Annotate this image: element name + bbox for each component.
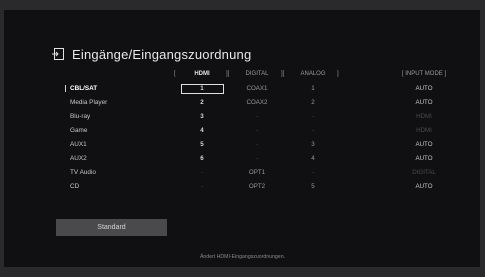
- cell-digital[interactable]: -: [256, 113, 258, 121]
- cell-analog[interactable]: 3: [311, 141, 314, 149]
- cell-hdmi[interactable]: -: [201, 183, 203, 191]
- cell-digital[interactable]: COAX1: [247, 85, 268, 93]
- cell-digital[interactable]: -: [256, 127, 258, 135]
- cell-digital[interactable]: OPT1: [249, 169, 265, 177]
- cell-digital[interactable]: -: [256, 141, 258, 149]
- cell-hdmi[interactable]: 5: [200, 141, 203, 149]
- cell-input-mode[interactable]: AUTO: [415, 183, 432, 191]
- cell-analog[interactable]: 2: [311, 99, 314, 107]
- cell-hdmi[interactable]: -: [201, 169, 203, 177]
- cell-analog[interactable]: 5: [311, 183, 314, 191]
- cell-input-mode: HDMI: [416, 113, 432, 120]
- cell-input-mode: HDMI: [416, 127, 432, 134]
- cell-digital[interactable]: OPT2: [249, 183, 265, 191]
- page-header: Eingänge/Eingangszuordnung: [52, 46, 251, 62]
- cell-analog[interactable]: 4: [311, 155, 314, 163]
- cell-hdmi[interactable]: 2: [200, 99, 203, 107]
- header-hdmi: HDMI: [194, 71, 210, 77]
- cell-analog[interactable]: 1: [311, 85, 314, 93]
- cell-hdmi[interactable]: 6: [200, 155, 203, 163]
- standard-button[interactable]: Standard: [56, 219, 167, 236]
- input-assign-icon: [52, 48, 64, 60]
- row-label-game[interactable]: Game: [70, 127, 87, 135]
- row-label-blu-ray[interactable]: Blu-ray: [70, 113, 90, 121]
- header-bracket-right: ]: [337, 71, 339, 77]
- cell-input-mode[interactable]: AUTO: [415, 99, 432, 107]
- row-label-media-player[interactable]: Media Player: [70, 99, 107, 107]
- row-label-tv-audio[interactable]: TV Audio: [70, 169, 96, 177]
- header-bracket-left: [: [174, 71, 176, 77]
- screen: Eingänge/Eingangszuordnung [ HDMI ][ DIG…: [0, 0, 485, 277]
- cell-hdmi[interactable]: 4: [200, 127, 203, 135]
- row-label-cd[interactable]: CD: [70, 183, 79, 191]
- row-label-aux2[interactable]: AUX2: [70, 155, 87, 163]
- header-bracket-mid1: ][: [226, 71, 230, 77]
- cell-input-mode[interactable]: AUTO: [415, 141, 432, 149]
- cell-analog[interactable]: -: [312, 127, 314, 135]
- cell-input-mode[interactable]: AUTO: [415, 85, 432, 93]
- cell-hdmi[interactable]: 3: [200, 113, 203, 121]
- page-title: Eingänge/Eingangszuordnung: [72, 46, 252, 62]
- cell-hdmi[interactable]: 1: [200, 85, 203, 93]
- row-label-cbl-sat[interactable]: CBL/SAT: [70, 85, 97, 93]
- header-bracket-mid2: ][: [281, 71, 285, 77]
- header-analog: ANALOG: [300, 71, 326, 77]
- cell-digital[interactable]: COAX2: [247, 99, 268, 107]
- header-digital: DIGITAL: [245, 71, 269, 77]
- help-text: Ändert HDMI-Eingangszuordnungen.: [199, 254, 286, 260]
- header-input-mode: [ INPUT MODE ]: [401, 71, 447, 77]
- cell-analog[interactable]: -: [312, 169, 314, 177]
- selection-marker: [65, 85, 66, 92]
- cell-input-mode[interactable]: AUTO: [415, 155, 432, 163]
- cell-digital[interactable]: -: [256, 155, 258, 163]
- cell-input-mode: DIGITAL: [412, 169, 436, 176]
- row-label-aux1[interactable]: AUX1: [70, 141, 87, 149]
- cell-analog[interactable]: -: [312, 113, 314, 121]
